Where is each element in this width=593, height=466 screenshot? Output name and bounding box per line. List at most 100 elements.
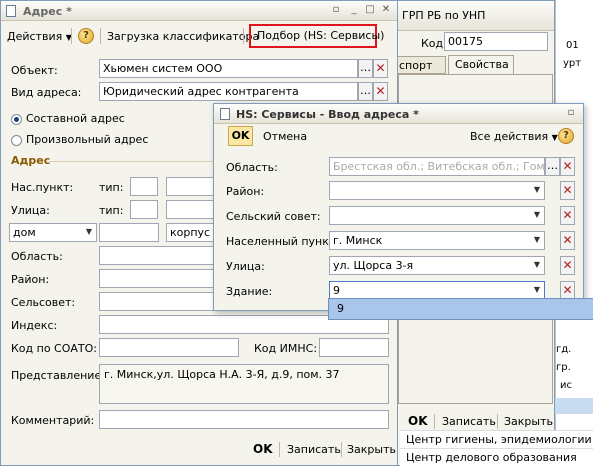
maximize-icon[interactable]: □ [363, 4, 377, 17]
hs-selsovet-field[interactable] [329, 206, 545, 225]
address-type-select-button[interactable]: … [358, 82, 373, 101]
bg-tab-sport-label: спорт [399, 59, 433, 72]
bg-ok-button[interactable]: OK [408, 414, 428, 428]
hs-street-field[interactable]: ул. Щорса 3-я [329, 256, 545, 275]
index-label: Индекс: [11, 319, 58, 332]
hs-selsovet-clear-icon[interactable]: ✕ [560, 206, 575, 225]
chevron-down-icon[interactable]: ▼ [82, 224, 96, 241]
bg-close-button[interactable]: Закрыть [504, 415, 553, 428]
bg-tab-properties-label: Свойства [455, 58, 509, 71]
hs-district-label: Район: [226, 185, 265, 198]
close-label: Закрыть [347, 443, 396, 456]
address-title: Адрес * [23, 5, 72, 18]
chevron-down-icon[interactable]: ▼ [530, 257, 544, 274]
menu-icon[interactable]: ▫ [329, 4, 343, 17]
close-icon[interactable]: ✕ [379, 4, 393, 17]
close-button[interactable]: Закрыть [347, 443, 396, 456]
selsovet-field[interactable] [99, 292, 219, 311]
bg-save-label: Записать [442, 415, 496, 428]
pick-hs-services-button[interactable]: Подбор (HS: Сервисы) [249, 24, 384, 48]
hs-building-label: Здание: [226, 285, 273, 298]
address-type-clear-icon[interactable]: ✕ [373, 82, 388, 101]
help-icon[interactable]: ? [78, 28, 94, 44]
bg-tab-sport[interactable]: спорт [394, 56, 446, 74]
bg-edge-label: 01 [566, 40, 579, 51]
hs-district-clear-icon[interactable]: ✕ [560, 181, 575, 200]
district-label: Район: [11, 273, 50, 286]
bg-list-item-label: Центр делового образования [406, 451, 577, 464]
selsovet-label: Сельсовет: [11, 296, 76, 309]
street-type-field[interactable] [130, 200, 158, 219]
hs-ok-button[interactable]: OK [228, 126, 253, 146]
hs-region-field[interactable]: Брестская обл.; Витебская обл.; Гом... [329, 157, 545, 176]
representation-field[interactable]: г. Минск,ул. Щорса Н.А. 3-Я, д.9, пом. 3… [99, 364, 389, 404]
actions-menu[interactable]: Действия ▼ [7, 30, 72, 43]
street-label: Улица: [11, 204, 50, 217]
bg-tab-properties[interactable]: Свойства [448, 55, 514, 74]
hs-settlement-field[interactable]: г. Минск [329, 231, 545, 250]
bg-list-item[interactable]: Центр гигиены, эпидемиологии ... [400, 430, 593, 448]
bg-tab-title[interactable]: ГРП РБ по УНП [402, 9, 485, 23]
hs-street-label: Улица: [226, 260, 265, 273]
bg-kod-field[interactable]: 00175 [444, 32, 548, 51]
chevron-down-icon[interactable]: ▼ [530, 232, 544, 249]
chevron-down-icon: ▼ [551, 133, 558, 142]
hs-settlement-clear-icon[interactable]: ✕ [560, 231, 575, 250]
bg-list-item-label: Центр гигиены, эпидемиологии ... [406, 433, 593, 446]
representation-label: Представление: [11, 369, 105, 382]
chevron-down-icon[interactable]: ▼ [530, 182, 544, 199]
radio-arbitrary-address[interactable] [11, 135, 22, 146]
hs-cancel-label: Отмена [263, 130, 308, 143]
help-icon[interactable]: ? [558, 128, 574, 144]
bg-save-button[interactable]: Записать [442, 415, 496, 428]
chevron-down-icon[interactable]: ▼ [530, 207, 544, 224]
load-classifier-button[interactable]: Загрузка классификатора [107, 30, 259, 43]
street-type-label: тип: [99, 204, 124, 217]
ok-label: OK [253, 442, 273, 456]
representation-value: г. Минск,ул. Щорса Н.А. 3-Я, д.9, пом. 3… [104, 368, 340, 381]
actions-label: Действия [7, 30, 63, 43]
hs-ok-label: OK [231, 129, 250, 142]
minimize-icon[interactable]: _ [347, 4, 361, 17]
radio-compound-label: Составной адрес [26, 112, 125, 125]
hs-district-field[interactable] [329, 181, 545, 200]
settlement-type-label: тип: [99, 181, 124, 194]
imns-field[interactable] [319, 338, 389, 357]
hs-region-select-button[interactable]: … [545, 157, 560, 176]
bg-kod-label: Код: [421, 37, 447, 50]
ok-button[interactable]: OK [253, 442, 273, 456]
hs-selsovet-label: Сельский совет: [226, 210, 321, 223]
comment-field[interactable] [99, 410, 389, 429]
save-button[interactable]: Записать [287, 443, 341, 456]
save-label: Записать [287, 443, 341, 456]
soato-label: Код по СОАТО: [11, 342, 98, 355]
radio-compound-address[interactable] [11, 114, 22, 125]
hs-cancel-button[interactable]: Отмена [263, 130, 307, 143]
building-dropdown-option-label: 9 [337, 302, 344, 315]
hs-region-clear-icon[interactable]: ✕ [560, 157, 575, 176]
bg-close-label: Закрыть [504, 415, 553, 428]
district-field[interactable] [99, 269, 219, 288]
bg-edge-label: гд. [556, 344, 572, 355]
object-field[interactable]: Хьюмен систем ООО [99, 59, 358, 78]
building-dropdown-option[interactable]: 9 [329, 299, 593, 319]
region-field[interactable] [99, 246, 219, 265]
address-type-field[interactable]: Юридический адрес контрагента [99, 82, 358, 101]
settlement-type-field[interactable] [130, 177, 158, 196]
settlement-label: Нас.пункт: [11, 181, 74, 194]
bg-list-selection[interactable] [555, 398, 593, 414]
all-actions-menu[interactable]: Все действия ▼ [470, 130, 558, 143]
hs-dialog: HS: Сервисы - Ввод адреса * ▫ OK Отмена … [213, 103, 584, 311]
object-clear-icon[interactable]: ✕ [373, 59, 388, 78]
chevron-down-icon[interactable]: ▼ [530, 282, 544, 299]
bg-edge-label: урт [563, 58, 582, 69]
load-classifier-label: Загрузка классификатора [107, 30, 260, 43]
object-select-button[interactable]: … [358, 59, 373, 78]
house-number-field[interactable] [99, 223, 159, 242]
document-icon [6, 5, 16, 17]
document-icon [220, 108, 230, 120]
menu-icon[interactable]: ▫ [564, 107, 578, 120]
hs-street-clear-icon[interactable]: ✕ [560, 256, 575, 275]
soato-field[interactable] [99, 338, 239, 357]
bg-list-item[interactable]: Центр делового образования [400, 448, 593, 466]
